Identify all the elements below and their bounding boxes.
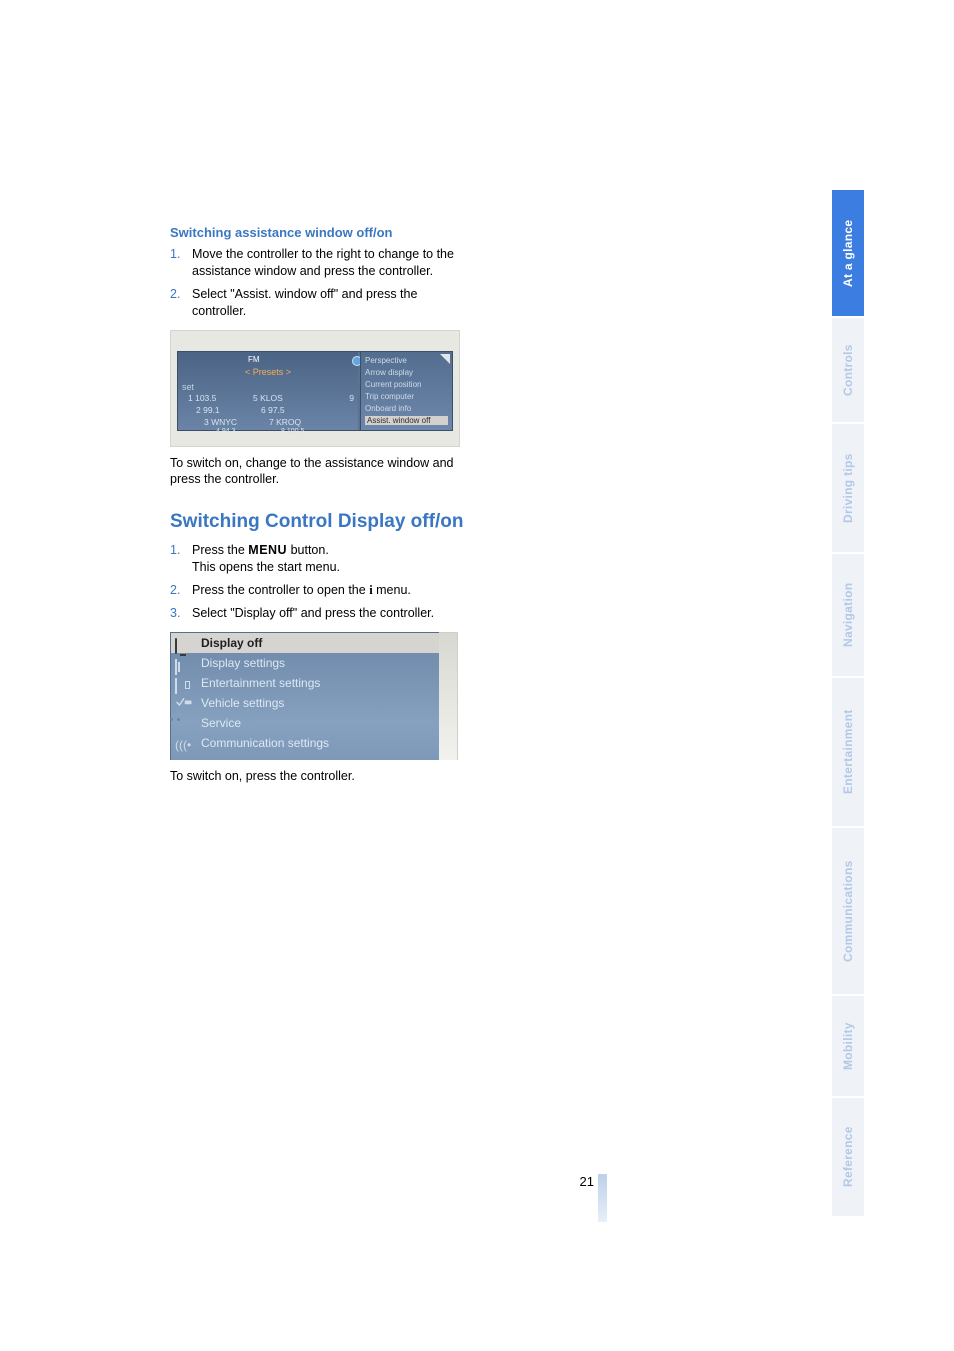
presets-label: < Presets >	[178, 367, 358, 377]
menu-item-label: Communication settings	[201, 733, 329, 753]
menu-item-display-settings: Display settings	[171, 653, 439, 673]
preset-cell: 7 KROQ	[269, 417, 301, 427]
step-number: 1.	[170, 542, 192, 576]
page-number: 21	[554, 1174, 594, 1189]
display-settings-icon	[175, 655, 193, 669]
menu-item-communication-settings: (((• Communication settings	[171, 733, 439, 753]
entertainment-icon	[175, 675, 193, 689]
section-tabs: At a glance Controls Driving tips Naviga…	[832, 190, 864, 1218]
tab-entertainment[interactable]: Entertainment	[832, 678, 864, 826]
menu-item-display-off: Display off	[171, 633, 439, 653]
tab-at-a-glance[interactable]: At a glance	[832, 190, 864, 316]
menu-item-vehicle-settings: Vehicle settings	[171, 693, 439, 713]
preset-cell: 2 99.1	[196, 405, 220, 415]
step-number: 2.	[170, 286, 192, 320]
assist-menu-item: Onboard info	[365, 404, 448, 413]
fm-label: FM	[248, 355, 260, 364]
menu-item-label: Vehicle settings	[201, 693, 284, 713]
step-text: Press the MENU button. This opens the st…	[192, 542, 470, 576]
assist-window-steps: 1. Move the controller to the right to c…	[170, 246, 470, 320]
tab-driving-tips[interactable]: Driving tips	[832, 424, 864, 552]
step-number: 3.	[170, 605, 192, 622]
preset-cell: 8 100.5	[281, 428, 304, 435]
tab-controls[interactable]: Controls	[832, 318, 864, 422]
step-text: Move the controller to the right to chan…	[192, 246, 470, 280]
step-text-part: menu.	[373, 583, 411, 597]
step-text-part: button.	[287, 543, 329, 557]
screenshot-assist-window: FM < Presets > set 1 103.5 5 KLOS 9 2 99…	[170, 330, 460, 447]
check-car-icon	[175, 695, 193, 709]
preset-cell: 3 WNYC	[204, 417, 237, 427]
tab-reference[interactable]: Reference	[832, 1098, 864, 1216]
assist-menu-item: Arrow display	[365, 368, 448, 377]
tab-mobility[interactable]: Mobility	[832, 996, 864, 1096]
step-text: Press the controller to open the i menu.	[192, 582, 470, 599]
tab-communications[interactable]: Communications	[832, 828, 864, 994]
set-label: set	[182, 382, 194, 392]
assist-menu-item: Current position	[365, 380, 448, 389]
preset-cell: 9	[349, 393, 354, 403]
assist-menu-item-selected: Assist. window off	[365, 416, 448, 425]
menu-item-label: Service	[201, 713, 241, 733]
preset-row: 4 94.3 8 100.5	[216, 428, 354, 440]
menu-item-label: Display off	[201, 633, 262, 653]
heading-control-display: Switching Control Display off/on	[170, 510, 470, 534]
preset-row: 1 103.5 5 KLOS 9	[188, 393, 354, 405]
step-number: 2.	[170, 582, 192, 599]
step-text-part: Press the	[192, 543, 248, 557]
antenna-icon: (((•	[175, 735, 193, 749]
menu-item-entertainment-settings: Entertainment settings	[171, 673, 439, 693]
assist-menu-item: Trip computer	[365, 392, 448, 401]
preset-cell: 5 KLOS	[253, 393, 283, 403]
step-text-part: Press the controller to open the	[192, 583, 369, 597]
menu-item-service: Service	[171, 713, 439, 733]
monitor-icon	[175, 635, 193, 649]
tab-navigation[interactable]: Navigation	[832, 554, 864, 676]
control-display-steps: 1. Press the MENU button. This opens the…	[170, 542, 470, 622]
step-text: Select "Assist. window off" and press th…	[192, 286, 470, 320]
assist-menu-item: Perspective	[365, 356, 448, 365]
screenshot-display-off-menu: Display off Display settings Entertainme…	[170, 632, 458, 760]
control-display-after-text: To switch on, press the controller.	[170, 768, 470, 785]
page-number-bar	[598, 1174, 607, 1222]
menu-item-label: Display settings	[201, 653, 285, 673]
assist-window-after-text: To switch on, change to the assistance w…	[170, 455, 470, 489]
car-icon	[175, 715, 193, 729]
preset-cell: 4 94.3	[216, 428, 235, 435]
menu-button-label: MENU	[248, 543, 287, 557]
menu-item-label: Entertainment settings	[201, 673, 320, 693]
step-text-part: This opens the start menu.	[192, 560, 340, 574]
preset-cell: 1 103.5	[188, 393, 216, 403]
step-number: 1.	[170, 246, 192, 280]
screenshot-edge	[439, 632, 458, 760]
preset-cell: 6 97.5	[261, 405, 285, 415]
step-text: Select "Display off" and press the contr…	[192, 605, 470, 622]
preset-row: 2 99.1 6 97.5	[196, 405, 354, 417]
heading-assist-window: Switching assistance window off/on	[170, 225, 470, 240]
